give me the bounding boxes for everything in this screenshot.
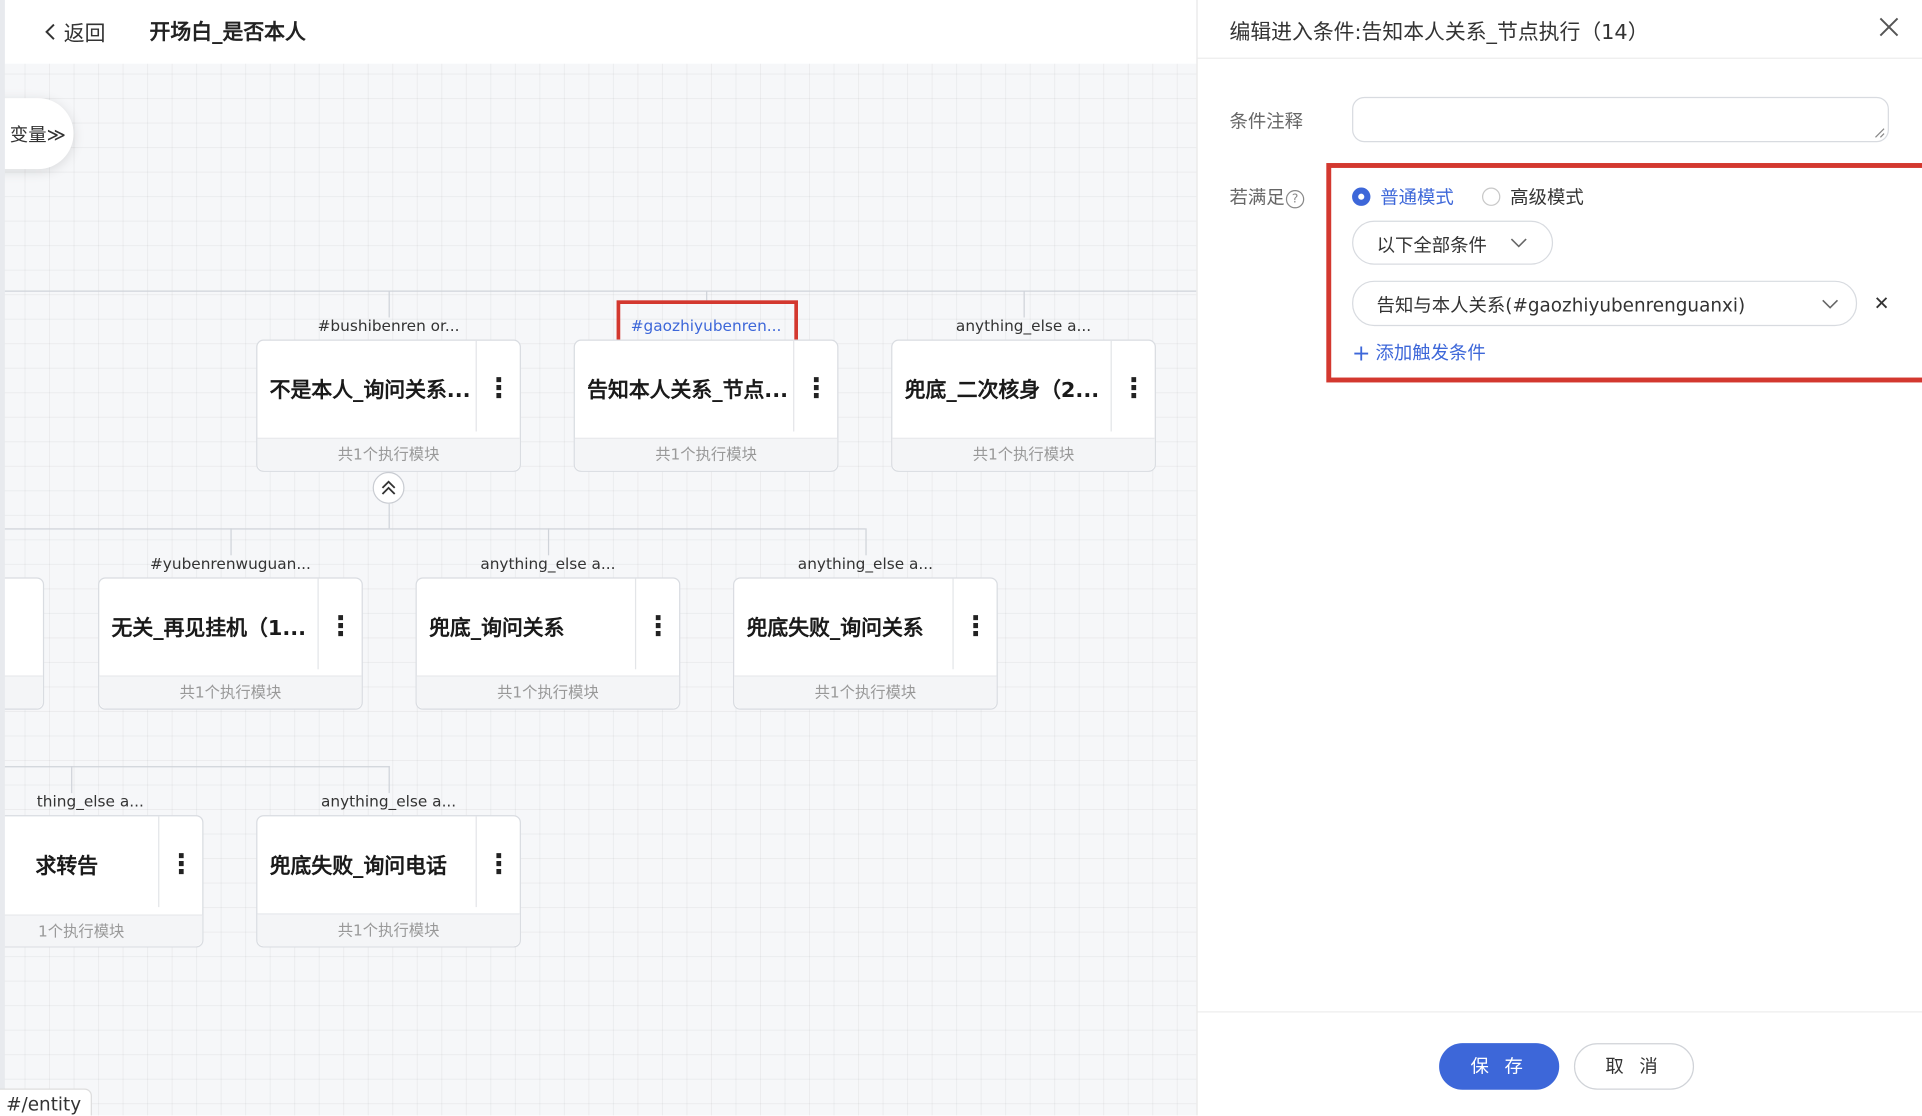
chevron-left-icon <box>44 23 56 45</box>
variables-tab[interactable]: 变量≫ <box>0 98 74 170</box>
connector-line <box>865 528 867 556</box>
entity-tag: #/entity <box>0 1088 93 1116</box>
node-name: 兜底失败_询问关系 <box>746 616 924 642</box>
connector-line <box>547 528 550 556</box>
highlight-box <box>1326 163 1922 383</box>
flow-node[interactable]: 不是本人_询问关系... ⋮ 共1个执行模块 <box>256 339 521 472</box>
back-label: 返回 <box>63 22 106 47</box>
branch-condition-selected[interactable]: #gaozhiyubenren... <box>574 316 839 334</box>
more-icon[interactable]: ⋮ <box>636 579 680 670</box>
node-footer: 共1个执行模块 <box>416 675 680 709</box>
more-icon[interactable]: ⋮ <box>159 816 203 907</box>
connector-line <box>0 528 866 530</box>
node-footer: 共1个执行模块 <box>892 437 1155 471</box>
node-name: 兜底失败_询问电话 <box>269 854 447 879</box>
more-icon[interactable]: ⋮ <box>319 579 363 670</box>
flow-node[interactable]: 兜底_询问关系 ⋮ 共1个执行模块 <box>415 577 681 710</box>
connector-line <box>71 766 73 794</box>
branch-condition: thing_else a... <box>36 791 144 811</box>
resize-handle-icon[interactable] <box>1873 126 1885 138</box>
more-icon[interactable]: ⋮ <box>1112 341 1156 432</box>
node-name: 无关_再见挂机（1... <box>111 616 307 642</box>
branch-condition: #yubenrenwuguan... <box>149 554 311 573</box>
node-name: 不是本人_询问关系... <box>269 378 471 404</box>
flow-canvas[interactable]: 返回 开场白_是否本人 变量≫ #bushibenren or... 不是本人_… <box>0 0 1197 1116</box>
flow-node-partial[interactable]: 求转告 ⋮ 1个执行模块 <box>0 815 204 948</box>
flow-node[interactable]: 兜底失败_询问电话 ⋮ 共1个执行模块 <box>256 815 521 948</box>
node-name: 求转告 <box>35 854 99 879</box>
branch-condition: anything_else a... <box>320 791 457 811</box>
node-name: 兜底_二次核身（2... <box>904 378 1100 404</box>
more-icon[interactable]: ⋮ <box>477 341 521 432</box>
back-button[interactable]: 返回 <box>44 16 105 47</box>
node-footer: 共1个执行模块 <box>257 913 520 947</box>
connector-line <box>706 290 708 301</box>
edit-condition-panel: 编辑进入条件:告知本人关系_节点执行（14） 条件注释 若满足? 普通模式 高级… <box>1196 0 1922 1116</box>
cancel-button[interactable]: 取 消 <box>1573 1043 1695 1090</box>
branch-condition: #bushibenren or... <box>317 316 460 335</box>
flow-node[interactable]: 兜底_二次核身（2... ⋮ 共1个执行模块 <box>891 339 1156 472</box>
more-icon[interactable]: ⋮ <box>477 816 521 907</box>
connector-line <box>1023 290 1025 318</box>
save-button[interactable]: 保 存 <box>1439 1043 1560 1090</box>
close-icon[interactable] <box>1874 12 1903 41</box>
branch-condition: anything_else a... <box>480 554 616 573</box>
node-footer: 共1个执行模块 <box>257 437 520 471</box>
connector-line <box>0 290 1197 292</box>
page-title: 开场白_是否本人 <box>149 20 306 46</box>
connector-line <box>388 766 390 794</box>
node-name: 兜底_询问关系 <box>429 616 565 642</box>
collapse-icon[interactable] <box>372 471 405 504</box>
note-textarea[interactable] <box>1352 96 1889 143</box>
node-footer: 共1个执行模块 <box>99 675 362 709</box>
more-icon[interactable]: ⋮ <box>954 579 998 670</box>
variables-tab-label: 变量≫ <box>9 123 66 146</box>
node-footer: 共1个执行模块 <box>734 675 997 709</box>
flow-node[interactable]: 兜底失败_询问关系 ⋮ 共1个执行模块 <box>733 577 998 710</box>
connector-line <box>388 503 390 529</box>
canvas-header: 返回 开场白_是否本人 <box>0 0 1197 64</box>
connector-line <box>230 528 232 556</box>
connector-line <box>388 290 390 318</box>
flow-node[interactable]: 无关_再见挂机（1... ⋮ 共1个执行模块 <box>98 577 363 710</box>
branch-condition: anything_else a... <box>955 316 1092 335</box>
node-footer: 1个执行模块 <box>0 914 203 947</box>
connector-line <box>0 766 390 768</box>
condition-label: 若满足? <box>1229 184 1305 210</box>
flow-node-offscreen[interactable] <box>0 577 45 710</box>
node-footer: 共1个执行模块 <box>574 437 838 471</box>
help-icon[interactable]: ? <box>1285 189 1305 209</box>
left-edge-bar <box>0 0 5 1116</box>
branch-condition: anything_else a... <box>797 554 934 573</box>
flow-node-selected[interactable]: 告知本人关系_节点... ⋮ 共1个执行模块 <box>573 339 839 472</box>
note-label: 条件注释 <box>1229 110 1304 133</box>
panel-title: 编辑进入条件:告知本人关系_节点执行（14） <box>1229 20 1649 46</box>
node-name: 告知本人关系_节点... <box>587 378 789 404</box>
more-icon[interactable]: ⋮ <box>794 341 838 432</box>
